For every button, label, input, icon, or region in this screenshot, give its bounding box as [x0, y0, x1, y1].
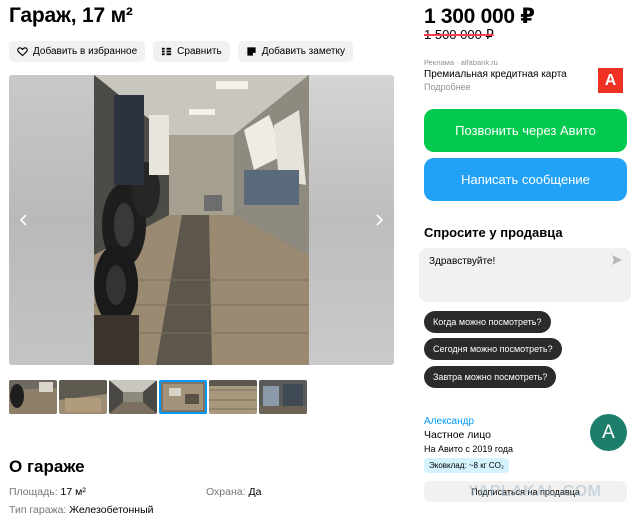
ad-tag: Реклама · alfabank.ru [424, 58, 498, 67]
listing-actions: Добавить в избранное Сравнить Добавить з… [9, 41, 353, 62]
listing-title: Гараж, 17 м² [9, 4, 133, 27]
property-type: Тип гаража: Железобетонный [9, 504, 154, 516]
ad-more-link[interactable]: Подробнее [424, 82, 471, 92]
thumbnail-image [259, 380, 307, 414]
add-to-favorites-button[interactable]: Добавить в избранное [9, 41, 146, 62]
note-icon [247, 47, 256, 56]
send-icon[interactable] [611, 254, 623, 269]
thumbnail-active[interactable] [159, 380, 207, 414]
heart-icon [17, 47, 28, 57]
send-arrow-shape [612, 255, 622, 265]
property-area-value: 17 м² [60, 486, 86, 498]
price: 1 300 000 ₽ [424, 5, 535, 28]
property-type-value: Железобетонный [69, 504, 154, 516]
main-photo[interactable] [94, 75, 309, 365]
subscribe-button[interactable]: Подписаться на продавца [424, 481, 627, 502]
thumbnail-image [209, 380, 257, 414]
thumbnail[interactable] [9, 380, 57, 414]
property-type-label: Тип гаража: [9, 504, 67, 516]
property-security-value: Да [248, 486, 262, 498]
seller-since: На Авито с 2019 года [424, 444, 514, 454]
quick-question-chip[interactable]: Сегодня можно посмотреть? [424, 338, 562, 360]
garage-interior-photo [94, 75, 309, 365]
property-security-label: Охрана: [206, 486, 246, 498]
thumbnail-image [59, 380, 107, 414]
property-security: Охрана: Да [206, 486, 261, 498]
gallery-prev-button[interactable] [15, 209, 33, 231]
thumbnail-strip [9, 380, 307, 414]
ask-seller-input-text[interactable]: Здравствуйте! [429, 256, 495, 267]
avatar[interactable]: А [590, 414, 627, 451]
quick-question-chip[interactable]: Завтра можно посмотреть? [424, 366, 557, 388]
photo-gallery[interactable] [9, 75, 394, 365]
thumbnail[interactable] [109, 380, 157, 414]
chevron-left-icon [19, 214, 27, 226]
add-note-button[interactable]: Добавить заметку [237, 41, 353, 62]
compare-icon [162, 47, 172, 56]
eco-badge: Эковклад: ~8 кг CO₂ [424, 458, 509, 473]
ask-seller-input[interactable]: Здравствуйте! [419, 248, 631, 302]
alfabank-logo[interactable]: А [598, 68, 623, 93]
thumbnail[interactable] [259, 380, 307, 414]
thumbnail-image [9, 380, 57, 414]
compare-button[interactable]: Сравнить [153, 41, 230, 62]
add-note-label: Добавить заметку [261, 46, 345, 57]
compare-label: Сравнить [177, 46, 222, 57]
ad-title[interactable]: Премиальная кредитная карта [424, 69, 567, 80]
gallery-next-button[interactable] [370, 209, 388, 231]
thumbnail-image [109, 380, 157, 414]
quick-question-chip[interactable]: Когда можно посмотреть? [424, 311, 551, 333]
thumbnail[interactable] [209, 380, 257, 414]
thumbnail[interactable] [59, 380, 107, 414]
thumbnail-image [159, 380, 207, 414]
message-button[interactable]: Написать сообщение [424, 158, 627, 201]
add-to-favorites-label: Добавить в избранное [33, 46, 138, 57]
property-area-label: Площадь: [9, 486, 58, 498]
chevron-right-icon [376, 214, 384, 226]
old-price: 1 500 000 ₽ [424, 27, 494, 42]
property-area: Площадь: 17 м² [9, 486, 86, 498]
seller-type: Частное лицо [424, 429, 492, 441]
call-button[interactable]: Позвонить через Авито [424, 109, 627, 152]
seller-name-link[interactable]: Александр [424, 416, 474, 427]
ask-seller-heading: Спросите у продавца [424, 225, 563, 240]
about-heading: О гараже [9, 457, 85, 476]
